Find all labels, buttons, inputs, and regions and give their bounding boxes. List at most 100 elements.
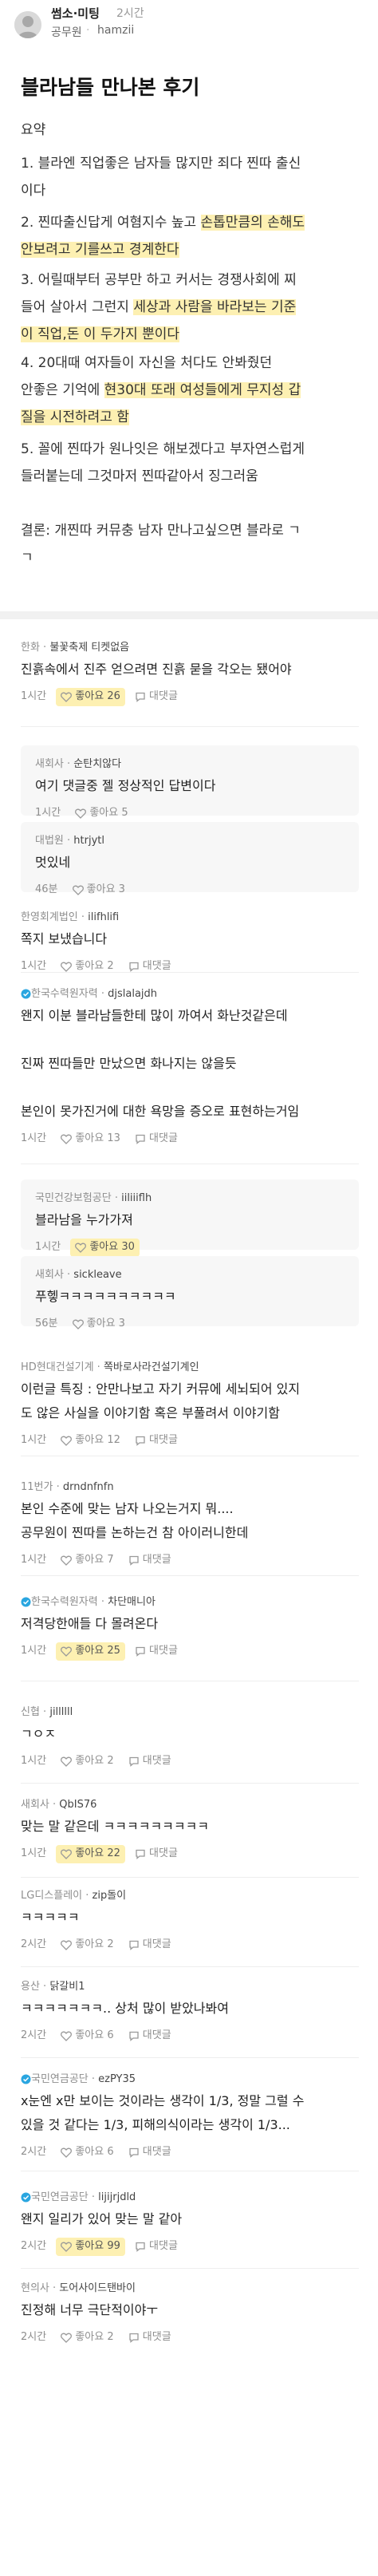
reply-label: 대댓글 <box>142 2146 171 2158</box>
reply-label: 대댓글 <box>149 2240 178 2252</box>
comment-author[interactable]: 국민연금공단 · ezPY35 <box>21 2070 136 2085</box>
comment-author[interactable]: HD현대건설기계 · 쪽바로사라건설기계인 <box>21 1358 199 1373</box>
comment-text: ㅋㅋㅋㅋㅋㅋㅋ.. 상처 많이 받았나봐여 <box>21 2001 229 2016</box>
comment-time: 2시간 <box>21 2240 47 2253</box>
comment-author[interactable]: 새회사 · sickleave <box>35 1266 122 1281</box>
comment-author[interactable]: 국민연금공단 · lijijrjdld <box>21 2188 136 2203</box>
heart-icon <box>72 1319 84 1329</box>
comment-author[interactable]: 한국수력원자력 · djslalajdh <box>21 985 157 1000</box>
like-button[interactable]: 좋아요 2 <box>56 1936 118 1954</box>
comment-author[interactable]: 현의사 · 도어사이드탠바이 <box>21 2279 136 2294</box>
comment-text: 본인 수준에 맞는 남자 나오는거지 뭐.... <box>21 1501 234 1516</box>
like-button[interactable]: 좋아요 13 <box>56 1130 125 1148</box>
comment-company: 11번가 <box>21 1481 53 1493</box>
reply-button[interactable]: 대댓글 <box>128 2027 171 2045</box>
reply-button[interactable]: 대댓글 <box>128 2143 171 2162</box>
author-company: 공무원 <box>51 26 82 39</box>
comment-time: 1시간 <box>35 807 61 820</box>
comment-author[interactable]: 한화 · 불꽃축제 티켓없음 <box>21 638 129 654</box>
comment: 국민연금공단 · ezPY35 x눈엔 x만 보이는 것이라는 생각이 1/3, … <box>0 2060 378 2167</box>
post-body-line: 이다 <box>21 183 46 199</box>
avatar[interactable] <box>14 11 41 38</box>
comment-author[interactable]: 새회사 · 순탄치않다 <box>35 755 121 770</box>
reply-button[interactable]: 대댓글 <box>135 1130 178 1148</box>
reply-button[interactable]: 대댓글 <box>128 1752 171 1771</box>
comment-actions: 2시간 좋아요 6 대댓글 <box>21 2027 171 2045</box>
comment-actions: 1시간 좋아요 7 대댓글 <box>21 1551 171 1569</box>
comment-company: 새회사 <box>21 1799 49 1811</box>
post-body-line: 안좋은 기억에 현30대 또래 여성들에게 무지성 갑 <box>21 382 301 398</box>
like-button[interactable]: 좋아요 99 <box>56 2238 125 2256</box>
reply-label: 대댓글 <box>149 1847 178 1859</box>
comment-author[interactable]: 한국수력원자력 · 차단매니아 <box>21 1593 156 1608</box>
comment-company: 국민건강보험공단 <box>35 1192 112 1204</box>
heart-icon <box>61 2242 73 2252</box>
heart-icon <box>61 1436 73 1446</box>
like-button[interactable]: 좋아요 5 <box>70 804 132 823</box>
comment-author[interactable]: 국민건강보험공단 · iiliiiflh <box>35 1189 152 1204</box>
board-name[interactable]: 썸소·미팅 <box>51 5 100 22</box>
comment-company: 새회사 <box>35 1269 64 1281</box>
author-separator: · <box>53 1481 63 1493</box>
verified-badge-icon <box>21 1597 31 1607</box>
comment-time: 1시간 <box>35 1241 61 1254</box>
reply-button[interactable]: 대댓글 <box>128 1551 171 1570</box>
comment-author[interactable]: LG디스플레이 · zip돌이 <box>21 1887 126 1902</box>
comment-company: 대법원 <box>35 835 64 847</box>
comment-separator <box>21 1783 359 1784</box>
like-button[interactable]: 좋아요 6 <box>56 2027 118 2045</box>
like-button[interactable]: 좋아요 2 <box>56 958 118 976</box>
comment-actions: 1시간 좋아요 30 <box>35 1239 140 1257</box>
reply-button[interactable]: 대댓글 <box>128 958 171 976</box>
like-button[interactable]: 좋아요 7 <box>56 1551 118 1570</box>
reply-label: 대댓글 <box>142 1554 171 1566</box>
comment-author-name: iiliiiflh <box>121 1192 152 1204</box>
comment-actions: 1시간 좋아요 2 대댓글 <box>21 1752 171 1770</box>
reply-button[interactable]: 대댓글 <box>128 2329 171 2347</box>
comment-time: 1시간 <box>21 1554 47 1567</box>
reply-button[interactable]: 대댓글 <box>135 2238 178 2256</box>
comment-author[interactable]: 신협 · jillllll <box>21 1703 73 1718</box>
like-button[interactable]: 좋아요 25 <box>56 1642 125 1661</box>
comment-text: 블라남을 누가가져 <box>35 1212 133 1227</box>
heart-icon <box>61 2333 73 2343</box>
reply-button[interactable]: 대댓글 <box>135 688 178 706</box>
comment-text: 푸헿ㅋㅋㅋㅋㅋㅋㅋㅋㅋㅋ <box>35 1289 176 1304</box>
author-separator: · <box>82 1890 93 1902</box>
like-button[interactable]: 좋아요 3 <box>68 881 130 899</box>
like-button[interactable]: 좋아요 22 <box>56 1845 125 1863</box>
like-button[interactable]: 좋아요 3 <box>68 1315 130 1333</box>
comment: 새회사 · QbIS76 맞는 말 같은데 ㅋㅋㅋㅋㅋㅋㅋㅋㅋ 1시간 좋아요 22… <box>0 1786 378 1874</box>
comment-author[interactable]: 대법원 · htrjytl <box>35 832 104 847</box>
comment-text: ㅋㅋㅋㅋㅋ <box>21 1910 80 1925</box>
like-button[interactable]: 좋아요 30 <box>70 1239 140 1257</box>
like-count: 좋아요 6 <box>75 2029 114 2041</box>
author-separator: · <box>97 988 108 1000</box>
like-button[interactable]: 좋아요 2 <box>56 2329 118 2347</box>
reply-button[interactable]: 대댓글 <box>135 1845 178 1863</box>
like-button[interactable]: 좋아요 2 <box>56 1752 118 1771</box>
reply-button[interactable]: 대댓글 <box>135 1642 178 1661</box>
comment-text: 본인이 못가진거에 대한 욕망을 증오로 표현하는거임 <box>21 1104 300 1119</box>
like-button[interactable]: 좋아요 6 <box>56 2143 118 2162</box>
comment-separator <box>21 726 359 727</box>
comment-author[interactable]: 용산 · 닭갈비1 <box>21 1977 85 1993</box>
comment-author[interactable]: 11번가 · drndnfnfn <box>21 1478 114 1493</box>
reply-button[interactable]: 대댓글 <box>135 1432 178 1450</box>
like-button[interactable]: 좋아요 12 <box>56 1432 125 1450</box>
author-separator: · <box>88 2073 99 2085</box>
heart-icon <box>61 1940 73 1950</box>
like-button[interactable]: 좋아요 26 <box>56 688 125 706</box>
comment: HD현대건설기계 · 쪽바로사라건설기계인 이런글 특징 : 안만나보고 자기 커… <box>0 1349 378 1452</box>
reply-comment-icon <box>136 1134 145 1144</box>
reply-comment-icon <box>136 2242 145 2252</box>
comment-author[interactable]: 새회사 · QbIS76 <box>21 1796 96 1811</box>
reply-comment-icon <box>128 2147 139 2158</box>
comment-separator <box>21 2268 359 2269</box>
reply-button[interactable]: 대댓글 <box>128 1936 171 1954</box>
comment-author-name: QbIS76 <box>59 1799 97 1811</box>
comment-author-name: ezPY35 <box>98 2073 136 2085</box>
post-body-line: ㄱ <box>21 550 33 566</box>
comment: 한국수력원자력 · 차단매니아 저격당한애들 다 몰려온다 1시간 좋아요 25 대… <box>0 1583 378 1677</box>
comment-author[interactable]: 한영회계법인 · ilifhlifi <box>21 908 119 923</box>
